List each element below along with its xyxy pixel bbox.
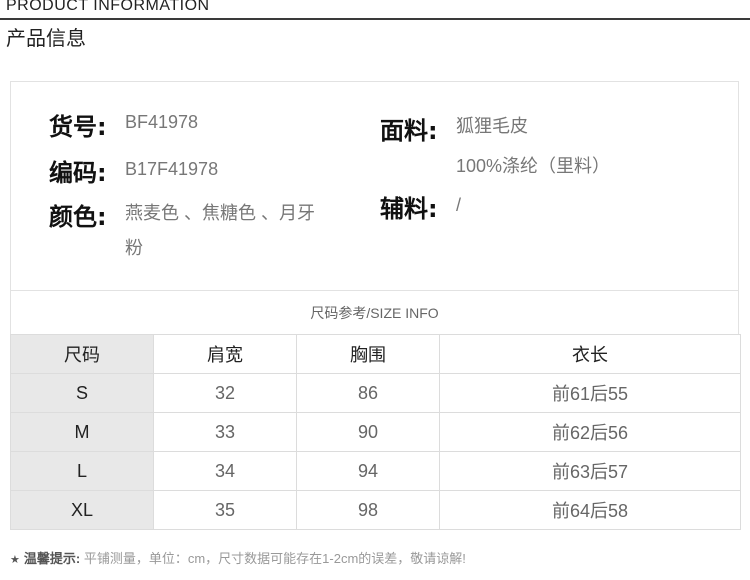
header-divider — [0, 18, 750, 20]
product-info-panel: 货号: BF41978 编码: B17F41978 颜色: 燕麦色 、焦糖色 、… — [10, 81, 739, 290]
shoulder-cell: 33 — [153, 412, 297, 452]
table-row: S 32 86 前61后55 — [10, 373, 741, 413]
accessory-value: / — [456, 195, 462, 215]
bust-cell: 94 — [296, 451, 440, 491]
code-label: 编码: — [49, 159, 107, 187]
table-row: XL 35 98 前64后58 — [10, 490, 741, 530]
header-size: 尺码 — [10, 334, 154, 374]
header-shoulder: 肩宽 — [153, 334, 297, 374]
length-cell: 前63后57 — [439, 451, 741, 491]
color-value-line2: 粉 — [125, 238, 143, 258]
accessory-label: 辅料: — [380, 195, 438, 223]
header-bust: 胸围 — [296, 334, 440, 374]
length-cell: 前64后58 — [439, 490, 741, 530]
size-table: 尺码 肩宽 胸围 衣长 S 32 86 前61后55 M 33 90 前62后5… — [10, 334, 741, 530]
size-table-header-row: 尺码 肩宽 胸围 衣长 — [10, 334, 741, 374]
bust-cell: 98 — [296, 490, 440, 530]
length-cell: 前61后55 — [439, 373, 741, 413]
color-value-line1: 燕麦色 、焦糖色 、月牙 — [125, 203, 316, 223]
size-cell: L — [10, 451, 154, 491]
shoulder-cell: 35 — [153, 490, 297, 530]
tip-label: 温馨提示: — [23, 551, 81, 566]
section-title-cn: 产品信息 — [6, 28, 86, 50]
section-title-en: PRODUCT INFORMATION — [6, 0, 210, 14]
size-cell: S — [10, 373, 154, 413]
shoulder-cell: 32 — [153, 373, 297, 413]
table-row: L 34 94 前63后57 — [10, 451, 741, 491]
table-row: M 33 90 前62后56 — [10, 412, 741, 452]
star-icon: ★ — [10, 554, 20, 566]
shoulder-cell: 34 — [153, 451, 297, 491]
bust-cell: 86 — [296, 373, 440, 413]
size-cell: XL — [10, 490, 154, 530]
header-length: 衣长 — [439, 334, 741, 374]
fabric-value-line1: 狐狸毛皮 — [456, 116, 528, 136]
size-info-caption: 尺码参考/SIZE INFO — [10, 290, 739, 334]
fabric-label: 面料: — [380, 117, 438, 145]
fabric-value-line2: 100%涤纶（里料） — [456, 156, 611, 176]
length-cell: 前62后56 — [439, 412, 741, 452]
item-no-label: 货号: — [49, 113, 107, 141]
color-label: 颜色: — [49, 203, 107, 231]
bust-cell: 90 — [296, 412, 440, 452]
tip-text: 平铺测量，单位：cm，尺寸数据可能存在1-2cm的误差，敬请谅解! — [83, 551, 466, 566]
code-value: B17F41978 — [125, 159, 219, 179]
measurement-tip: ★ 温馨提示: 平铺测量，单位：cm，尺寸数据可能存在1-2cm的误差，敬请谅解! — [10, 548, 466, 567]
size-cell: M — [10, 412, 154, 452]
item-no-value: BF41978 — [125, 112, 199, 132]
